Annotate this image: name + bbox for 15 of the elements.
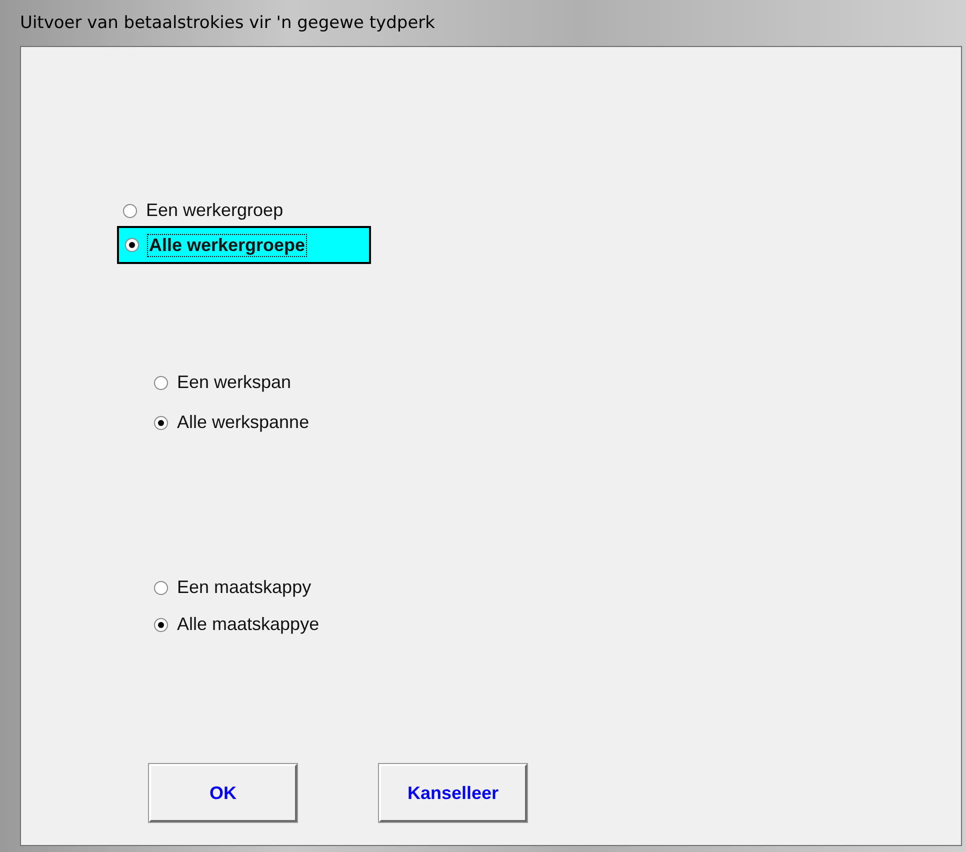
radio-option[interactable]: Alle werkspanne — [148, 409, 316, 436]
radio-option[interactable]: Een maatskappy — [148, 574, 318, 601]
radio-button-icon[interactable] — [125, 238, 139, 252]
cancel-button[interactable]: Kanselleer — [379, 764, 527, 822]
radio-button-icon[interactable] — [154, 376, 168, 390]
radio-option[interactable]: Alle werkergroepe — [117, 226, 371, 264]
radio-option[interactable]: Alle maatskappye — [148, 611, 326, 638]
radio-button-icon[interactable] — [154, 618, 168, 632]
ok-button[interactable]: OK — [149, 764, 297, 822]
radio-button-icon[interactable] — [154, 416, 168, 430]
radio-option[interactable]: Een werkspan — [148, 369, 298, 396]
radio-button-icon[interactable] — [123, 204, 137, 218]
window-title: Uitvoer van betaalstrokies vir 'n gegewe tydperk — [20, 13, 435, 33]
radio-button-icon[interactable] — [154, 580, 168, 594]
radio-option[interactable]: Een werkergroep — [117, 197, 290, 224]
